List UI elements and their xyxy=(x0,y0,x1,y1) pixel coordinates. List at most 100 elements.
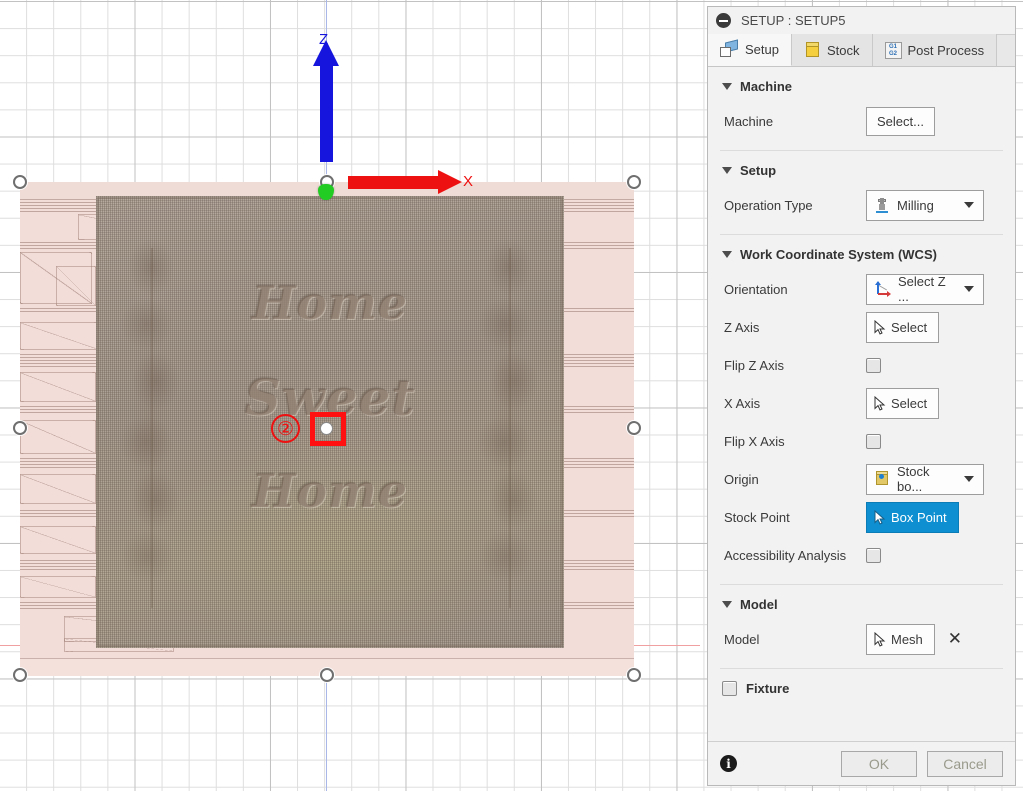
x-axis-arrow-shaft[interactable] xyxy=(348,176,440,189)
section-title-model: Model xyxy=(740,597,778,612)
selected-box-point-handle[interactable] xyxy=(320,422,333,435)
chevron-down-icon xyxy=(722,167,732,174)
orientation-dropdown[interactable]: Select Z ... xyxy=(866,273,984,305)
dialog-title: SETUP : SETUP5 xyxy=(741,13,846,28)
stock-box-icon xyxy=(804,42,821,58)
label-x-axis: X Axis xyxy=(724,395,761,411)
x-axis-select-button[interactable]: Select xyxy=(866,387,940,419)
stock-handle-bottom-right[interactable] xyxy=(627,668,641,682)
section-header-wcs[interactable]: Work Coordinate System (WCS) xyxy=(708,235,1015,270)
z-axis-arrow-shaft[interactable] xyxy=(320,62,333,162)
x-axis-label: X xyxy=(463,173,474,190)
cursor-arrow-icon xyxy=(874,395,886,411)
label-operation-type: Operation Type xyxy=(724,197,813,213)
chevron-down-icon xyxy=(964,286,974,292)
row-model: Model Mesh ✕ xyxy=(708,620,1015,658)
origin-value: Stock bo... xyxy=(897,464,930,494)
machine-select-button[interactable]: Select... xyxy=(866,106,935,136)
cursor-arrow-icon xyxy=(874,319,886,335)
chevron-down-icon xyxy=(722,83,732,90)
z-axis-select-label: Select xyxy=(891,319,928,335)
setup-dialog-panel: SETUP : SETUP5 Setup Stock G1 G2 Post Pro… xyxy=(707,6,1016,786)
label-model: Model xyxy=(724,631,760,647)
operation-type-dropdown[interactable]: Milling xyxy=(866,189,984,221)
stock-point-label: Box Point xyxy=(891,509,947,525)
row-operation-type: Operation Type Milling xyxy=(708,186,1015,224)
section-header-model[interactable]: Model xyxy=(708,585,1015,620)
label-machine: Machine xyxy=(724,113,774,129)
milling-tool-icon xyxy=(874,197,890,214)
model-mesh-button[interactable]: Mesh xyxy=(866,623,935,655)
setup-box-icon xyxy=(720,39,739,58)
stock-toolpath-region xyxy=(20,576,96,598)
stock-toolpath-region xyxy=(20,474,96,504)
model-mesh-label: Mesh xyxy=(891,631,923,647)
origin-dropdown[interactable]: Stock bo... xyxy=(866,463,984,495)
row-machine: Machine Select... xyxy=(708,102,1015,140)
stock-handle-mid-left[interactable] xyxy=(13,421,27,435)
accessibility-analysis-checkbox[interactable] xyxy=(866,547,881,563)
x-axis-arrow-head[interactable] xyxy=(438,170,462,194)
section-title-fixture: Fixture xyxy=(746,681,790,696)
chevron-down-icon xyxy=(964,202,974,208)
stock-handle-mid-right[interactable] xyxy=(627,421,641,435)
stock-handle-bottom-center[interactable] xyxy=(320,668,334,682)
stock-toolpath-region xyxy=(56,266,96,306)
dialog-tab-bar: Setup Stock G1 G2 Post Process xyxy=(708,34,1015,67)
stock-toolpath-region xyxy=(20,372,96,402)
orientation-value: Select Z ... xyxy=(898,274,946,304)
annotation-step-number: ② xyxy=(271,414,300,443)
stock-box-point-icon xyxy=(874,471,890,487)
fusion-cam-setup-screen: Home Sweet Home Z X ② SETUP : SETUP5 Set… xyxy=(0,0,1023,791)
chevron-down-icon xyxy=(964,476,974,482)
section-title-setup: Setup xyxy=(740,163,777,178)
section-header-setup[interactable]: Setup xyxy=(708,151,1015,186)
flip-z-axis-checkbox[interactable] xyxy=(866,357,881,373)
cancel-button[interactable]: Cancel xyxy=(927,750,1003,777)
stock-toolpath-region xyxy=(20,420,96,454)
tab-stock[interactable]: Stock xyxy=(791,34,873,66)
row-origin: Origin Stock bo... xyxy=(708,460,1015,498)
label-orientation: Orientation xyxy=(724,281,788,297)
model-clear-icon[interactable]: ✕ xyxy=(945,630,965,648)
stock-toolpath-region xyxy=(20,526,96,554)
row-stock-point: Stock Point Box Point xyxy=(708,498,1015,536)
row-orientation: Orientation Select Z ... xyxy=(708,270,1015,308)
tab-post-process-label: Post Process xyxy=(907,42,985,58)
fixture-checkbox[interactable] xyxy=(722,681,737,696)
row-z-axis: Z Axis Select xyxy=(708,308,1015,346)
ok-button[interactable]: OK xyxy=(841,750,917,777)
row-accessibility-analysis: Accessibility Analysis xyxy=(708,536,1015,574)
cursor-arrow-icon xyxy=(874,631,886,647)
dialog-header: SETUP : SETUP5 xyxy=(708,7,1015,35)
info-icon[interactable]: i xyxy=(720,755,737,772)
stock-handle-bottom-left[interactable] xyxy=(13,668,27,682)
label-z-axis: Z Axis xyxy=(724,319,760,335)
g-code-icon: G1 G2 xyxy=(884,41,902,59)
chevron-down-icon xyxy=(722,251,732,258)
stock-handle-top-right[interactable] xyxy=(627,175,641,189)
operation-type-value: Milling xyxy=(897,197,934,213)
label-accessibility-analysis: Accessibility Analysis xyxy=(724,547,847,563)
section-header-machine[interactable]: Machine xyxy=(708,67,1015,102)
section-header-fixture[interactable]: Fixture xyxy=(708,669,1015,708)
stock-handle-top-left[interactable] xyxy=(13,175,27,189)
section-title-wcs: Work Coordinate System (WCS) xyxy=(740,247,937,262)
stock-toolpath-region xyxy=(20,322,98,350)
flip-x-axis-checkbox[interactable] xyxy=(866,433,881,449)
row-x-axis: X Axis Select xyxy=(708,384,1015,422)
stock-point-box-point-button[interactable]: Box Point xyxy=(866,501,959,533)
collapse-icon[interactable] xyxy=(716,13,731,28)
x-axis-select-label: Select xyxy=(891,395,928,411)
label-flip-z-axis: Flip Z Axis xyxy=(724,357,784,373)
z-axis-select-button[interactable]: Select xyxy=(866,311,940,343)
section-title-machine: Machine xyxy=(740,79,793,94)
tab-setup[interactable]: Setup xyxy=(708,34,792,66)
label-stock-point: Stock Point xyxy=(724,509,790,525)
row-flip-z-axis: Flip Z Axis xyxy=(708,346,1015,384)
tab-stock-label: Stock xyxy=(826,42,860,58)
row-flip-x-axis: Flip X Axis xyxy=(708,422,1015,460)
tab-post-process[interactable]: G1 G2 Post Process xyxy=(872,34,998,66)
cursor-arrow-icon xyxy=(874,509,886,525)
dialog-body: Machine Machine Select... Setup Operatio… xyxy=(708,67,1015,741)
